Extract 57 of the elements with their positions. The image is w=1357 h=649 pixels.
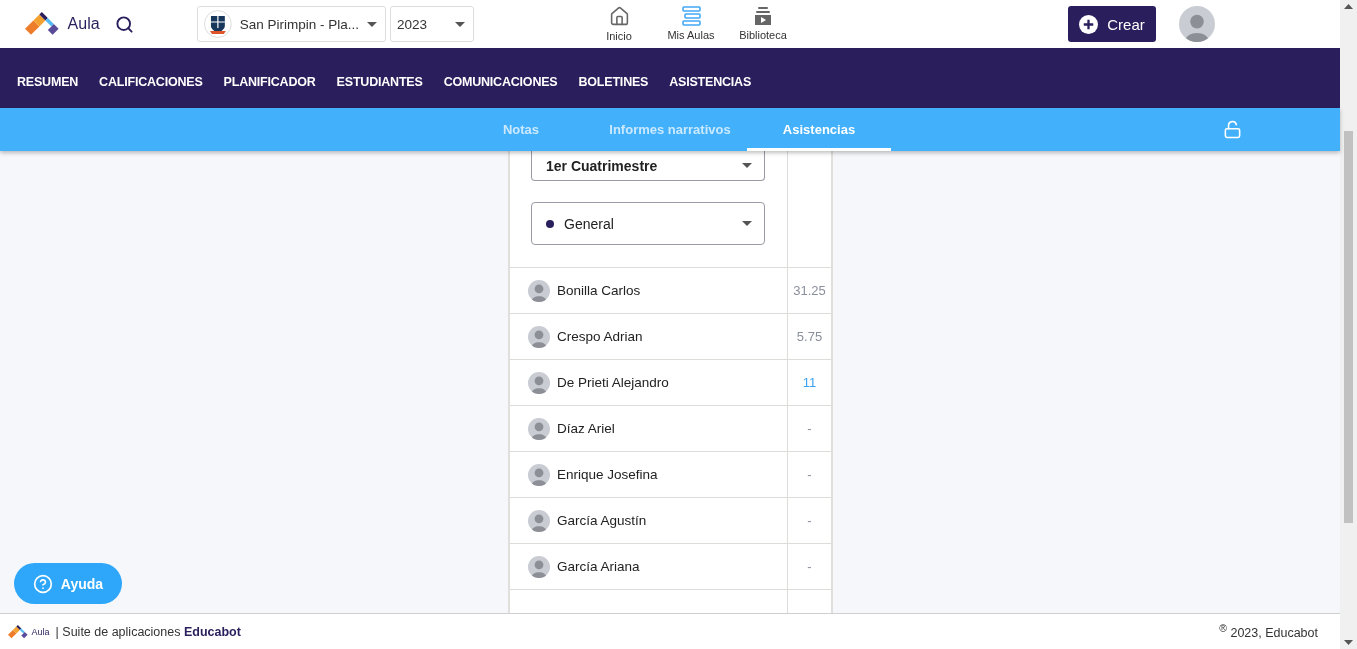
school-select[interactable]: San Pirimpin - Pla... (197, 6, 386, 42)
attendance-value: 11 (787, 360, 831, 405)
caret-icon (742, 221, 752, 226)
scroll-up-icon[interactable] (1344, 4, 1353, 9)
footer-brand: Aula (31, 626, 50, 637)
caret-icon (455, 21, 465, 27)
attendance-value: 31.25 (787, 268, 831, 313)
section-tab[interactable]: COMUNICACIONES (443, 75, 558, 89)
student-name: García Agustín (557, 513, 647, 528)
section-tab[interactable]: ASISTENCIAS (669, 75, 752, 89)
student-name: Díaz Ariel (557, 421, 615, 436)
section-tab[interactable]: ESTUDIANTES (336, 75, 423, 89)
period-select[interactable]: 1er Cuatrimestre (531, 151, 765, 181)
nav-item[interactable]: Mis Aulas (657, 6, 725, 42)
student-avatar (528, 555, 550, 578)
student-avatar (528, 463, 550, 486)
student-avatar (528, 325, 550, 348)
attendance-value: - (787, 544, 831, 589)
student-avatar (528, 509, 550, 532)
attendance-value: 5.75 (787, 314, 831, 359)
attendance-value: - (787, 406, 831, 451)
scrollbar[interactable] (1340, 0, 1357, 649)
scroll-down-icon[interactable] (1344, 640, 1353, 645)
copyright-text: $^{®}$ 2023, Educabot (1219, 622, 1318, 641)
section-tab[interactable]: BOLETINES (578, 75, 649, 89)
search-icon[interactable] (114, 14, 134, 34)
year-select[interactable]: 2023 (390, 6, 474, 42)
logo-icon (25, 12, 59, 36)
caret-icon (367, 21, 377, 27)
nav-item[interactable]: Inicio (585, 6, 653, 42)
student-avatar (528, 417, 550, 440)
caret-icon (742, 163, 752, 168)
attendance-value: - (787, 452, 831, 497)
help-icon (32, 573, 53, 594)
student-name: Bonilla Carlos (557, 283, 641, 298)
user-avatar[interactable] (1179, 6, 1215, 42)
video-library-icon (754, 6, 772, 26)
section-tab[interactable]: PLANIFICADOR (223, 75, 316, 89)
student-avatar (528, 371, 550, 394)
suite-text: | Suite de aplicaciones Educabot (55, 624, 241, 639)
student-name: García Ariana (557, 559, 640, 574)
home-icon (608, 6, 630, 27)
create-button[interactable]: Crear (1068, 6, 1156, 42)
plus-circle-icon (1079, 14, 1099, 34)
crest-icon (204, 10, 232, 38)
stacked-layers-icon (680, 6, 702, 26)
attendance-value: - (787, 498, 831, 543)
student-name: De Prieti Alejandro (557, 375, 669, 390)
student-name: Enrique Josefina (557, 467, 658, 482)
section-tab[interactable]: RESUMEN (17, 75, 79, 89)
student-avatar (528, 279, 550, 302)
student-name: Crespo Adrian (557, 329, 643, 344)
group-select[interactable]: General (531, 202, 765, 245)
section-tab[interactable]: CALIFICACIONES (99, 75, 203, 89)
logo-icon (8, 624, 28, 639)
nav-item[interactable]: Biblioteca (729, 6, 797, 42)
brand-name: Aula (67, 15, 100, 33)
